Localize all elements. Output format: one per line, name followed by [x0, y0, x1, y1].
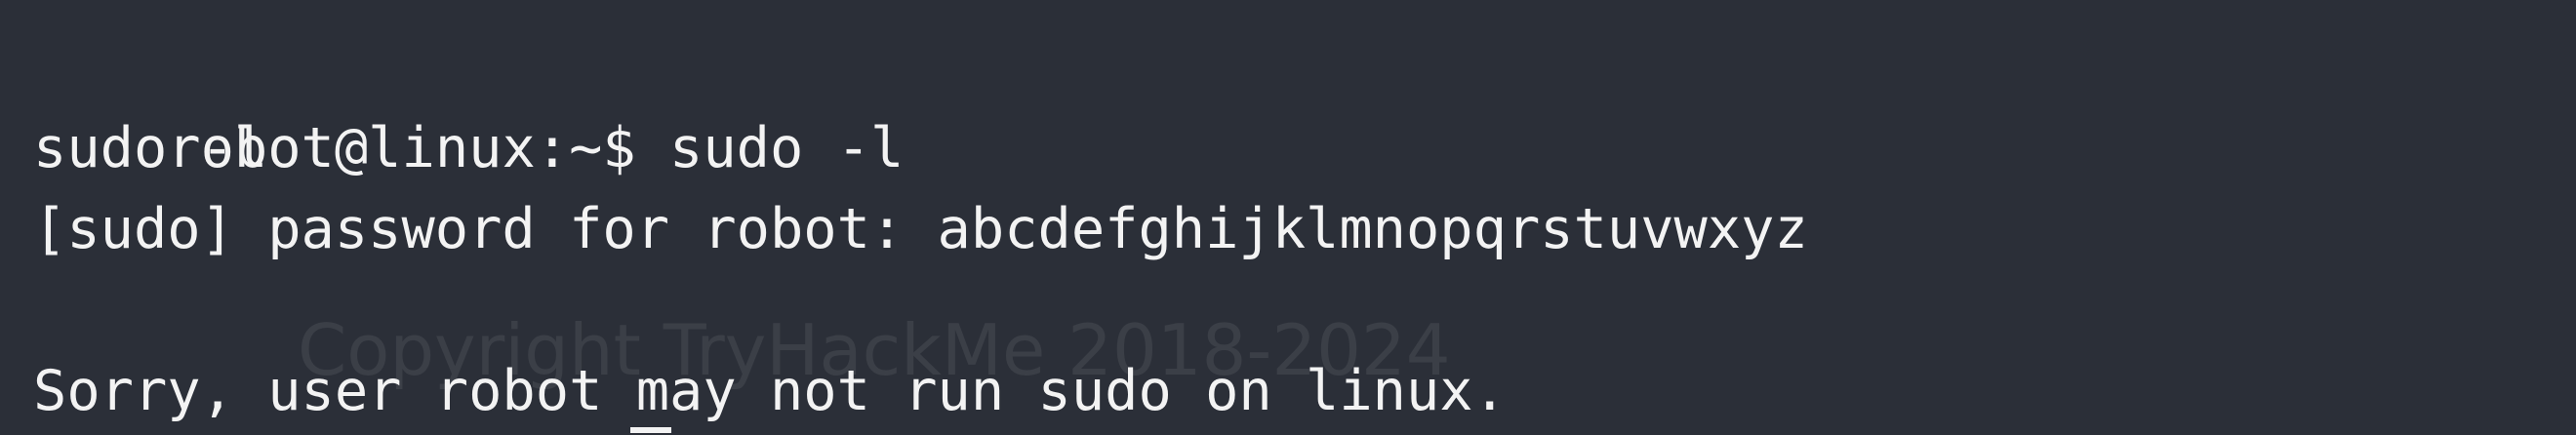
terminal-line-5: Sorry, user robot may not run sudo on li…	[33, 359, 1507, 423]
terminal-line-1: robot@linux:~$ sudo -l	[33, 27, 2576, 180]
terminal-line-4	[33, 270, 2576, 351]
typed-command: sudo -l	[669, 116, 905, 180]
text-cursor	[630, 427, 671, 433]
terminal-line-3: [sudo] password for robot: abcdefghijklm…	[33, 197, 1808, 261]
terminal-window[interactable]: robot@linux:~$ sudo -l sudo -l [sudo] pa…	[0, 0, 2576, 435]
